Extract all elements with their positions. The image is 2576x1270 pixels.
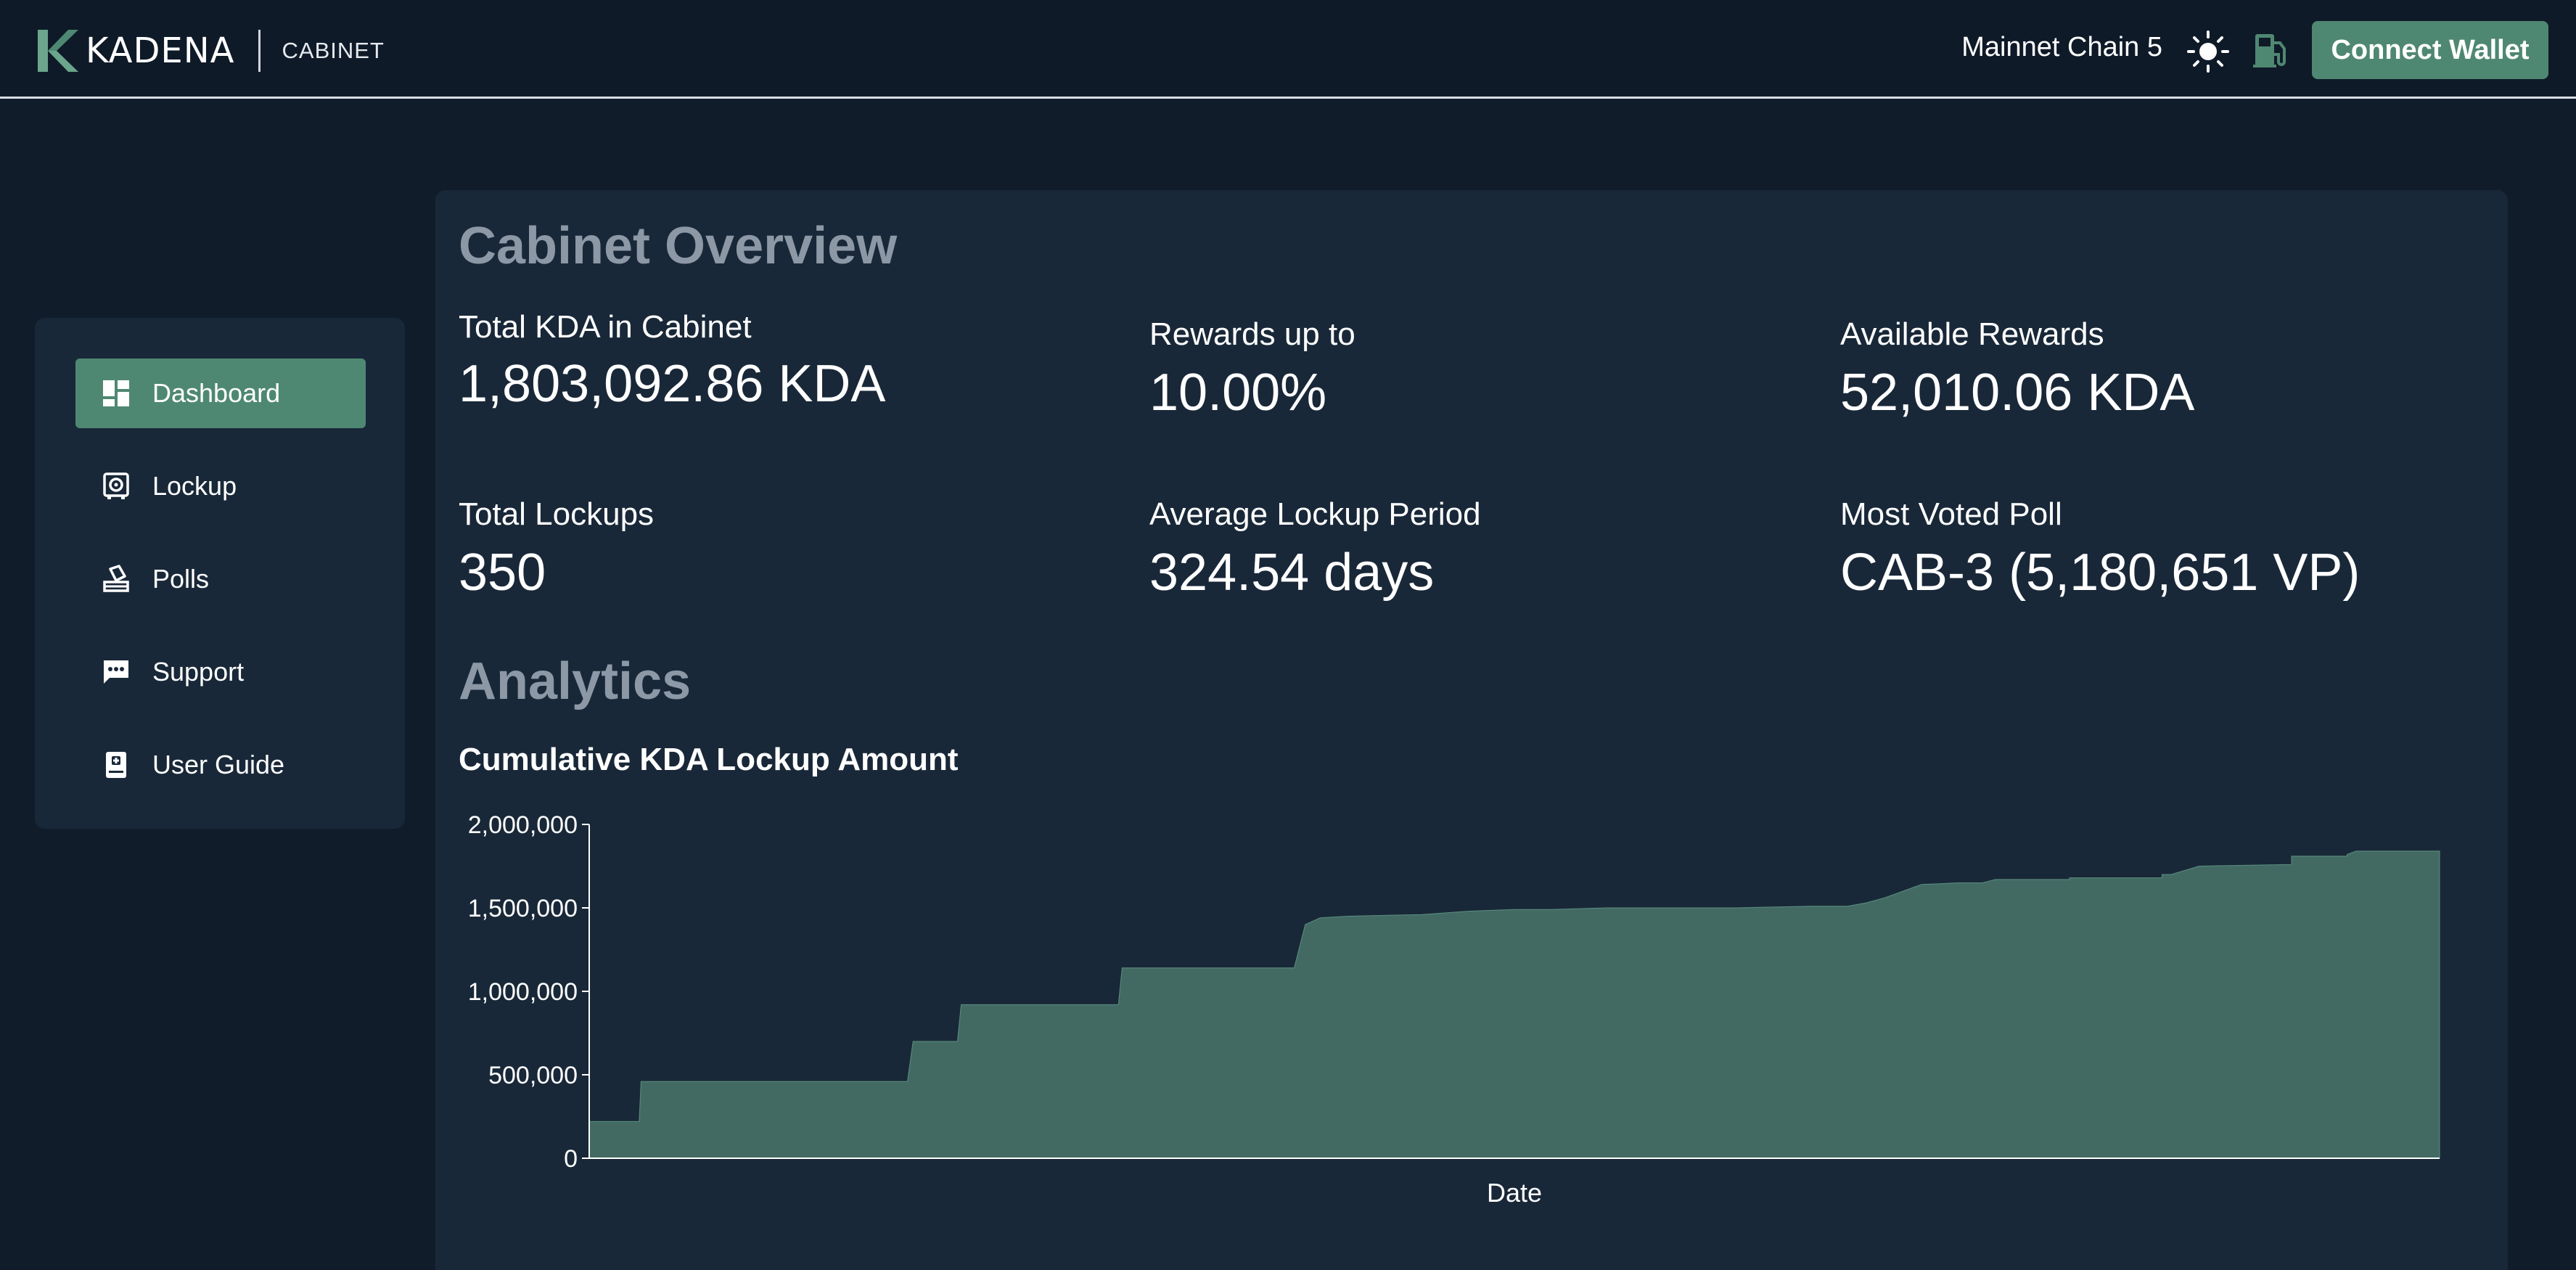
stat-value-most-voted: CAB-3 (5,180,651 VP): [1840, 544, 2360, 602]
kadena-logo[interactable]: KADENA CABINET: [35, 28, 385, 74]
sidebar-item-label: Support: [152, 657, 245, 687]
sidebar-item-support[interactable]: Support: [75, 637, 366, 707]
connect-wallet-button[interactable]: Connect Wallet: [2312, 21, 2548, 79]
sidebar-item-label: Dashboard: [152, 378, 281, 408]
network-chain-label[interactable]: Mainnet Chain 5: [1961, 32, 2162, 63]
sun-icon[interactable]: [2186, 30, 2230, 73]
stat-value-available-rewards: 52,010.06 KDA: [1840, 364, 2195, 422]
product-name: CABINET: [282, 38, 385, 63]
sidebar-item-user-guide[interactable]: User Guide: [75, 730, 366, 800]
cumulative-lockup-chart: 2,000,000 1,500,000 1,000,000 500,000 0 Date: [468, 811, 2440, 1205]
top-bar: KADENA CABINET Mainnet Chain 5 Connect W…: [0, 0, 2576, 99]
y-tick-label: 1,500,000: [468, 895, 578, 922]
dashboard-icon: [103, 380, 129, 406]
sidebar-item-label: Polls: [152, 564, 210, 594]
sidebar: Dashboard Lockup Polls Support User Guid…: [35, 318, 405, 829]
y-tick-label: 500,000: [488, 1062, 578, 1089]
stat-label-avg-lockup: Average Lockup Period: [1149, 496, 1481, 532]
stat-value-rewards: 10.00%: [1149, 364, 1327, 422]
sidebar-item-lockup[interactable]: Lockup: [75, 451, 366, 521]
stat-label-total-kda: Total KDA in Cabinet: [459, 309, 752, 345]
stat-label-rewards: Rewards up to: [1149, 316, 1355, 352]
analytics-title: Analytics: [459, 652, 692, 710]
book-icon: [106, 752, 126, 778]
x-axis-label: Date: [1487, 1178, 1542, 1205]
y-tick-label: 2,000,000: [468, 811, 578, 839]
chat-icon: [104, 660, 128, 684]
ballot-icon: [103, 565, 129, 592]
y-tick-label: 0: [564, 1145, 578, 1173]
stat-label-available-rewards: Available Rewards: [1840, 316, 2104, 352]
sidebar-item-dashboard[interactable]: Dashboard: [75, 359, 366, 428]
stat-value-total-lockups: 350: [459, 544, 546, 602]
y-tick-label: 1,000,000: [468, 978, 578, 1006]
brand-name: KADENA: [86, 30, 235, 71]
sidebar-item-polls[interactable]: Polls: [75, 544, 366, 614]
stat-value-avg-lockup: 324.54 days: [1149, 544, 1435, 602]
chart-title: Cumulative KDA Lockup Amount: [459, 742, 959, 777]
overview-title: Cabinet Overview: [459, 217, 898, 275]
stat-value-total-kda: 1,803,092.86 KDA: [459, 355, 886, 413]
stat-label-most-voted: Most Voted Poll: [1840, 496, 2062, 532]
logo-divider: [258, 30, 261, 72]
gas-pump-icon[interactable]: [2251, 30, 2292, 70]
kadena-logo-icon: [38, 30, 78, 72]
sidebar-item-label: Lockup: [152, 471, 237, 501]
stat-label-total-lockups: Total Lockups: [459, 496, 655, 532]
cumulative-lockup-area: [588, 851, 2440, 1159]
vault-icon: [103, 472, 129, 499]
sidebar-item-label: User Guide: [152, 750, 285, 779]
